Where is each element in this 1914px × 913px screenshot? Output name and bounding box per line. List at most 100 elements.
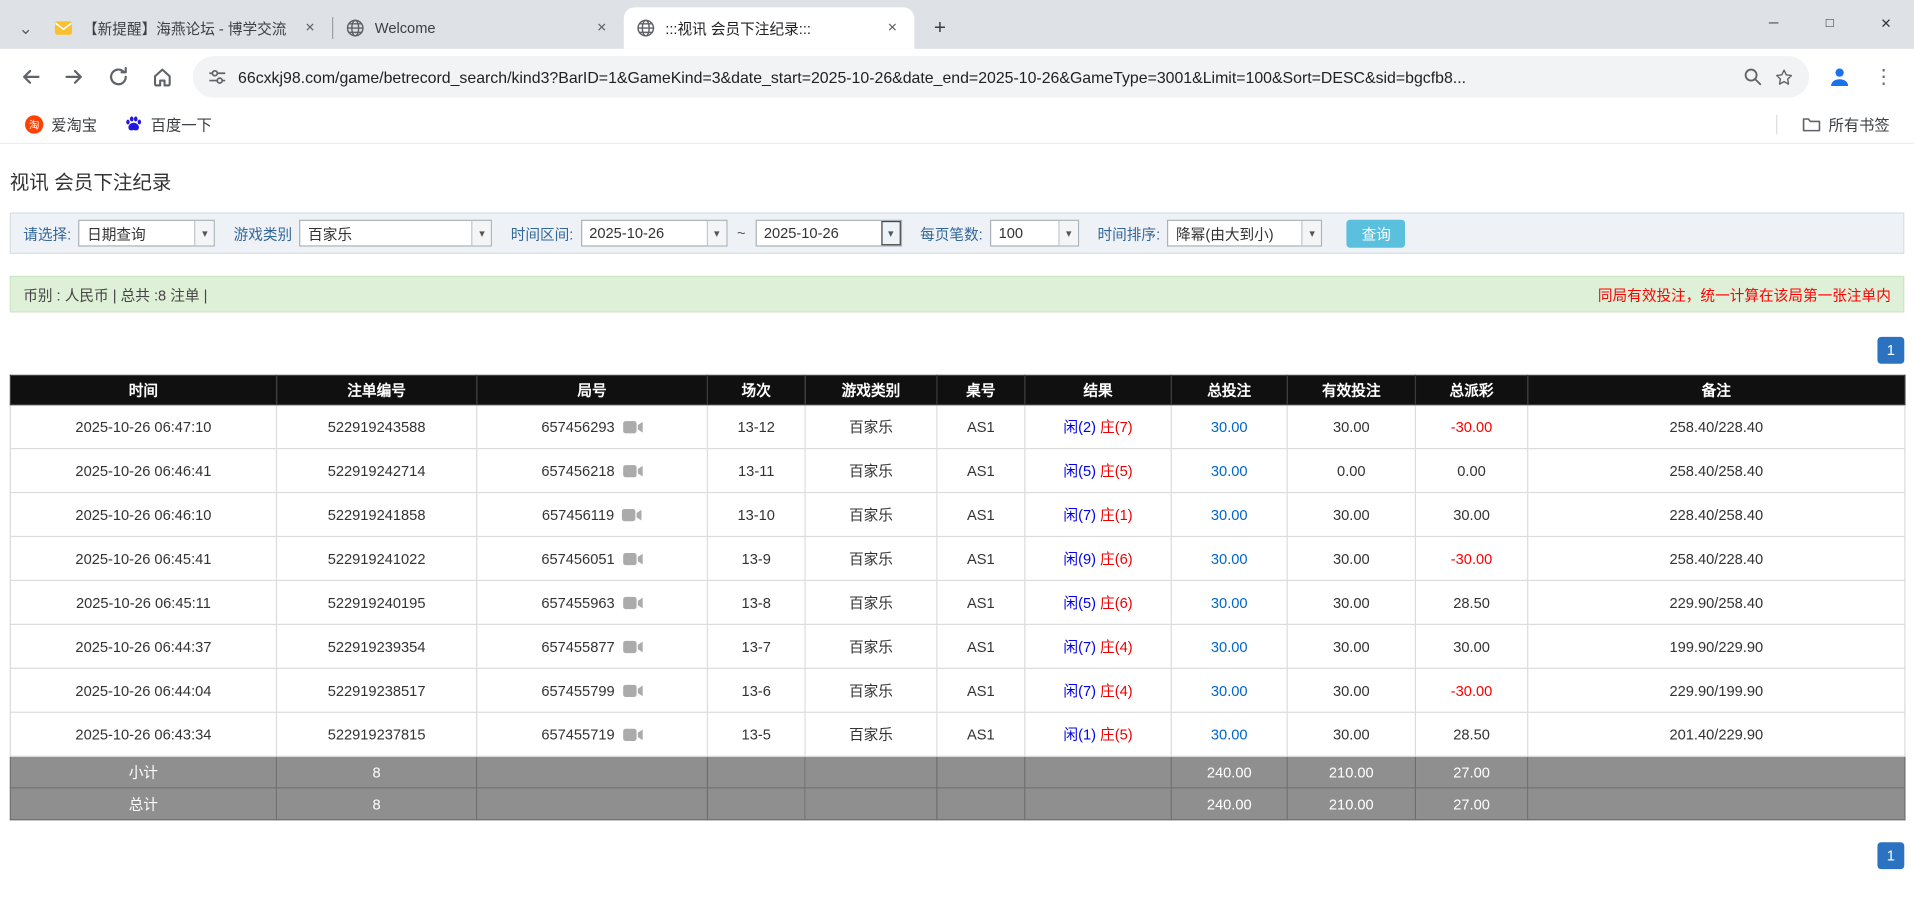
cell-bet-id: 522919241022: [276, 536, 476, 580]
menu-icon[interactable]: ⋮: [1863, 56, 1905, 98]
cell-bet-id: 522919241858: [276, 493, 476, 537]
zoom-icon[interactable]: [1743, 67, 1763, 87]
page-1-button[interactable]: 1: [1877, 842, 1904, 869]
video-replay-icon[interactable]: [621, 507, 642, 522]
refresh-button[interactable]: [98, 56, 140, 98]
bookmark-label: 百度一下: [151, 112, 212, 135]
video-replay-icon[interactable]: [622, 595, 643, 610]
cell-note: 258.40/228.40: [1528, 405, 1905, 449]
total-bet-link[interactable]: 30.00: [1211, 726, 1248, 743]
minimize-button[interactable]: ─: [1746, 0, 1802, 46]
date-range-label: 时间区间:: [511, 223, 574, 244]
tab-betrecord[interactable]: :::视讯 会员下注纪录::: ✕: [624, 7, 915, 49]
new-tab-button[interactable]: +: [924, 12, 956, 44]
cell-note: 199.90/229.90: [1528, 624, 1905, 668]
cell-total-bet: 30.00: [1171, 405, 1287, 449]
close-icon[interactable]: ✕: [592, 18, 612, 38]
query-type-label: 请选择:: [23, 223, 71, 244]
close-icon[interactable]: ✕: [883, 18, 903, 38]
cell-session: 13-6: [707, 668, 805, 712]
total-count: 8: [276, 788, 476, 820]
video-replay-icon[interactable]: [622, 683, 643, 698]
video-replay-icon[interactable]: [622, 463, 643, 478]
total-bet-link[interactable]: 30.00: [1211, 550, 1248, 567]
cell-total-bet: 30.00: [1171, 449, 1287, 493]
total-bet-link[interactable]: 30.00: [1211, 682, 1248, 699]
chevron-down-icon[interactable]: ▾: [881, 221, 901, 245]
total-bet-link[interactable]: 30.00: [1211, 462, 1248, 479]
cell-payout: -30.00: [1415, 536, 1527, 580]
video-replay-icon[interactable]: [622, 419, 643, 434]
back-button[interactable]: [10, 56, 52, 98]
cell-result: 闲(2) 庄(7): [1025, 405, 1171, 449]
address-bar[interactable]: 66cxkj98.com/game/betrecord_search/kind3…: [193, 56, 1809, 98]
col-valid-bet: 有效投注: [1287, 375, 1415, 404]
page-1-button[interactable]: 1: [1877, 337, 1904, 364]
chevron-down-icon[interactable]: ▾: [195, 221, 215, 245]
date-start-select[interactable]: 2025-10-26 ▾: [581, 220, 727, 247]
forum-favicon-icon: [54, 18, 74, 38]
subtotal-label: 小计: [10, 756, 276, 788]
video-replay-icon[interactable]: [622, 639, 643, 654]
cell-total-bet: 30.00: [1171, 536, 1287, 580]
bookmarks-divider: [1776, 114, 1777, 134]
url-text[interactable]: 66cxkj98.com/game/betrecord_search/kind3…: [238, 68, 1732, 86]
query-type-select[interactable]: 日期查询 ▾: [79, 220, 216, 247]
cell-total-bet: 30.00: [1171, 624, 1287, 668]
subtotal-payout: 27.00: [1415, 756, 1527, 788]
bookmark-taobao[interactable]: 淘 爱淘宝: [15, 107, 107, 140]
cell-table-no: AS1: [937, 449, 1025, 493]
currency-summary: 币别 : 人民币 | 总共 :8 注单 |: [23, 284, 207, 305]
forward-button[interactable]: [54, 56, 96, 98]
cell-session: 13-7: [707, 624, 805, 668]
subtotal-count: 8: [276, 756, 476, 788]
tab-welcome[interactable]: Welcome ✕: [333, 7, 624, 49]
sort-select[interactable]: 降幂(由大到小) ▾: [1167, 220, 1322, 247]
cell-session: 13-9: [707, 536, 805, 580]
col-table-no: 桌号: [937, 375, 1025, 404]
folder-icon: [1802, 114, 1822, 134]
search-button[interactable]: 查询: [1347, 219, 1406, 247]
close-button[interactable]: ✕: [1858, 0, 1914, 46]
tab-search-chevron-icon[interactable]: ⌄: [10, 7, 42, 49]
profile-avatar[interactable]: [1819, 56, 1861, 98]
site-info-icon[interactable]: [208, 67, 228, 87]
total-bet-link[interactable]: 30.00: [1211, 418, 1248, 435]
cell-valid-bet: 30.00: [1287, 580, 1415, 624]
per-page-select[interactable]: 100 ▾: [990, 220, 1079, 247]
video-replay-icon[interactable]: [622, 551, 643, 566]
cell-game-type: 百家乐: [805, 712, 937, 756]
cell-note: 258.40/258.40: [1528, 449, 1905, 493]
bookmark-star-icon[interactable]: [1774, 67, 1795, 88]
tab-forum[interactable]: 【新提醒】海燕论坛 - 博学交流 ✕: [42, 7, 333, 49]
total-bet-link[interactable]: 30.00: [1211, 638, 1248, 655]
total-bet-link[interactable]: 30.00: [1211, 506, 1248, 523]
total-bet-link[interactable]: 30.00: [1211, 594, 1248, 611]
per-page-value: 100: [991, 225, 1058, 242]
home-button[interactable]: [142, 56, 184, 98]
chevron-down-icon[interactable]: ▾: [1058, 221, 1078, 245]
chevron-down-icon[interactable]: ▾: [1302, 221, 1322, 245]
chevron-down-icon[interactable]: ▾: [706, 221, 726, 245]
cell-game-type: 百家乐: [805, 624, 937, 668]
video-replay-icon[interactable]: [622, 727, 643, 742]
chevron-down-icon[interactable]: ▾: [472, 221, 492, 245]
cell-time: 2025-10-26 06:44:37: [10, 624, 276, 668]
total-payout: 27.00: [1415, 788, 1527, 820]
all-bookmarks[interactable]: 所有书签: [1792, 107, 1899, 140]
maximize-button[interactable]: □: [1802, 0, 1858, 46]
pagination-bottom: 1: [10, 842, 1905, 869]
cell-round-id: 657455963: [477, 580, 708, 624]
tab-title: Welcome: [375, 20, 583, 37]
game-type-select[interactable]: 百家乐 ▾: [300, 220, 493, 247]
cell-table-no: AS1: [937, 405, 1025, 449]
close-icon[interactable]: ✕: [300, 18, 320, 38]
col-total-bet: 总投注: [1171, 375, 1287, 404]
subtotal-valid-bet: 210.00: [1287, 756, 1415, 788]
cell-session: 13-12: [707, 405, 805, 449]
col-note: 备注: [1528, 375, 1905, 404]
menu-dots-glyph: ⋮: [1874, 65, 1894, 89]
date-end-select[interactable]: 2025-10-26 ▾: [755, 220, 901, 247]
bookmark-baidu[interactable]: 百度一下: [114, 107, 221, 140]
window-controls: ─ □ ✕: [1746, 0, 1914, 46]
